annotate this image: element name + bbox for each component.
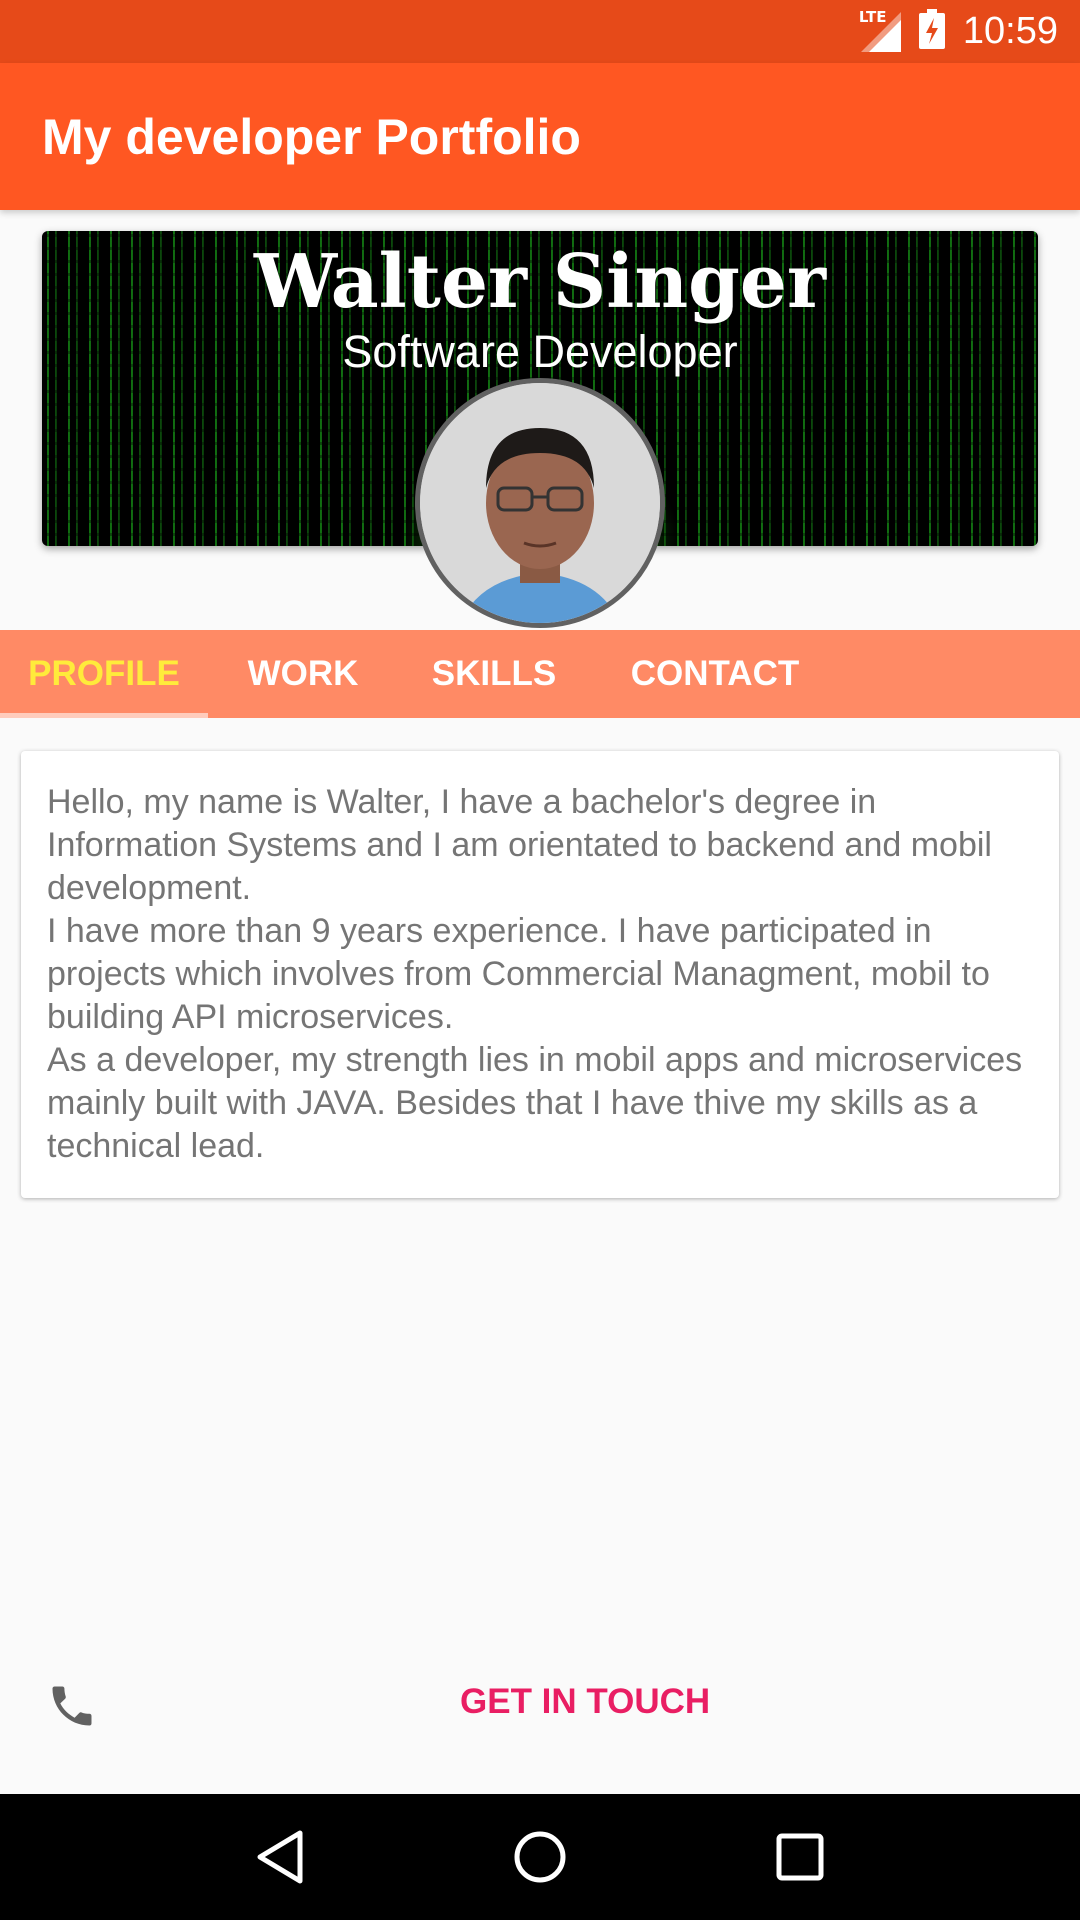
- profile-name: Walter Singer: [254, 239, 826, 325]
- profile-card: Hello, my name is Walter, I have a bache…: [21, 751, 1059, 1198]
- signal-icon: LTE: [859, 8, 901, 52]
- tab-skills[interactable]: SKILLS: [398, 630, 590, 718]
- tab-work[interactable]: WORK: [208, 630, 398, 718]
- recents-icon[interactable]: [760, 1817, 840, 1897]
- phone-icon[interactable]: [46, 1680, 98, 1732]
- app-title: My developer Portfolio: [42, 108, 581, 165]
- tab-bar: PROFILE WORK SKILLS CONTACT: [0, 630, 1080, 718]
- status-time: 10:59: [962, 10, 1058, 52]
- profile-role: Software Developer: [342, 326, 738, 377]
- get-in-touch-button[interactable]: GET IN TOUCH: [460, 1682, 710, 1722]
- app-bar: My developer Portfolio: [0, 63, 1080, 210]
- tab-profile[interactable]: PROFILE: [0, 630, 208, 718]
- avatar: [415, 378, 665, 628]
- tab-contact[interactable]: CONTACT: [590, 630, 840, 718]
- status-bar: LTE 10:59: [0, 0, 1080, 63]
- battery-charging-icon: [918, 9, 945, 54]
- back-icon[interactable]: [240, 1817, 320, 1897]
- network-type: LTE: [858, 7, 887, 26]
- profile-about-text: Hello, my name is Walter, I have a bache…: [47, 783, 1023, 1165]
- system-nav-bar: [0, 1794, 1080, 1920]
- home-icon[interactable]: [500, 1817, 580, 1897]
